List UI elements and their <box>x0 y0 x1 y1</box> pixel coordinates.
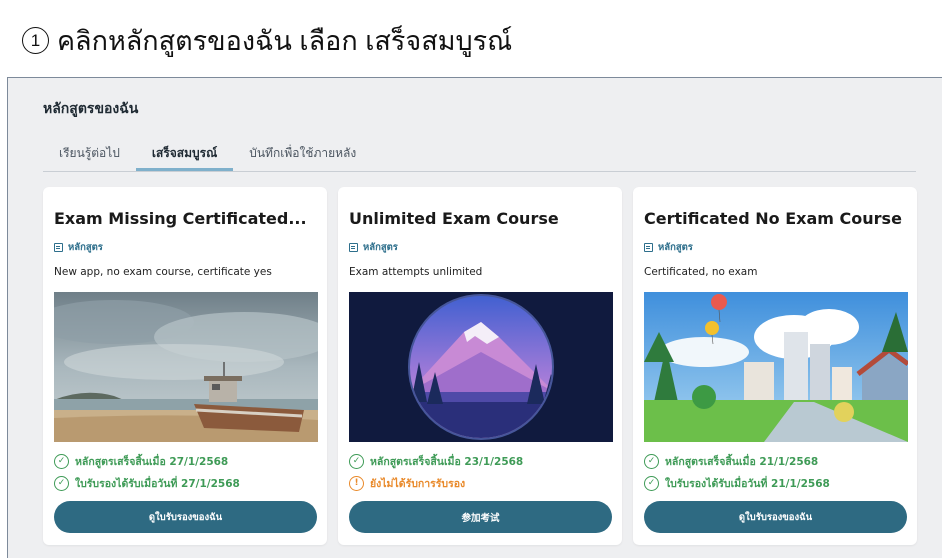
course-description: Exam attempts unlimited <box>349 266 483 278</box>
status-text: ยังไม่ได้รับการรับรอง <box>370 478 466 490</box>
check-circle-icon: ✓ <box>54 454 69 469</box>
course-description: Certificated, no exam <box>644 266 758 278</box>
check-circle-icon: ✓ <box>349 454 364 469</box>
tab-completed[interactable]: เสร็จสมบูรณ์ <box>135 132 234 171</box>
step-number-badge: 1 <box>22 26 49 54</box>
certificate-status: ✓ ใบรับรองได้รับเมื่อวันที่ 21/1/2568 <box>644 475 830 492</box>
book-icon <box>349 243 358 252</box>
course-title[interactable]: Unlimited Exam Course <box>349 209 615 228</box>
book-icon <box>644 243 653 252</box>
my-courses-panel: หลักสูตรของฉัน เรียนรู้ต่อไป เสร็จสมบูรณ… <box>7 77 942 558</box>
mountain-circle-illustration <box>349 292 613 442</box>
course-type-label: หลักสูตร <box>658 242 693 253</box>
take-exam-button[interactable]: 参加考试 <box>349 501 612 533</box>
course-title[interactable]: Certificated No Exam Course <box>644 209 910 228</box>
tab-continue-learning[interactable]: เรียนรู้ต่อไป <box>43 132 136 171</box>
course-thumbnail[interactable] <box>54 292 318 442</box>
tab-saved-for-later[interactable]: บันทึกเพื่อใช้ภายหลัง <box>233 132 372 171</box>
course-card[interactable]: Exam Missing Certificated... หลักสูตร Ne… <box>43 187 327 545</box>
course-thumbnail[interactable] <box>349 292 613 442</box>
check-circle-icon: ✓ <box>644 454 659 469</box>
completion-status: ✓ หลักสูตรเสร็จสิ้นเมื่อ 21/1/2568 <box>644 453 818 470</box>
course-thumbnail[interactable] <box>644 292 908 442</box>
course-tabs: เรียนรู้ต่อไป เสร็จสมบูรณ์ บันทึกเพื่อใช… <box>43 132 916 172</box>
course-card[interactable]: Certificated No Exam Course หลักสูตร Cer… <box>633 187 917 545</box>
page-title: หลักสูตรของฉัน <box>43 101 139 117</box>
course-type: หลักสูตร <box>54 240 103 255</box>
course-type: หลักสูตร <box>644 240 693 255</box>
check-circle-icon: ✓ <box>644 476 659 491</box>
alert-circle-icon: ! <box>349 476 364 491</box>
status-text: ใบรับรองได้รับเมื่อวันที่ 27/1/2568 <box>75 478 240 490</box>
certificate-status: ✓ ใบรับรองได้รับเมื่อวันที่ 27/1/2568 <box>54 475 240 492</box>
course-title[interactable]: Exam Missing Certificated... <box>54 209 320 228</box>
course-type-label: หลักสูตร <box>68 242 103 253</box>
instruction-caption: 1 คลิกหลักสูตรของฉัน เลือก เสร็จสมบูรณ์ <box>22 22 512 58</box>
view-certificate-button[interactable]: ดูใบรับรองของฉัน <box>644 501 907 533</box>
status-text: ใบรับรองได้รับเมื่อวันที่ 21/1/2568 <box>665 478 830 490</box>
course-type: หลักสูตร <box>349 240 398 255</box>
certificate-status: ! ยังไม่ได้รับการรับรอง <box>349 475 465 492</box>
view-certificate-button[interactable]: ดูใบรับรองของฉัน <box>54 501 317 533</box>
course-type-label: หลักสูตร <box>363 242 398 253</box>
instruction-text: คลิกหลักสูตรของฉัน เลือก เสร็จสมบูรณ์ <box>57 25 513 56</box>
beach-boat-illustration <box>54 292 318 442</box>
course-card[interactable]: Unlimited Exam Course หลักสูตร Exam atte… <box>338 187 622 545</box>
course-description: New app, no exam course, certificate yes <box>54 266 272 278</box>
status-text: หลักสูตรเสร็จสิ้นเมื่อ 27/1/2568 <box>75 456 229 468</box>
status-text: หลักสูตรเสร็จสิ้นเมื่อ 21/1/2568 <box>665 456 819 468</box>
book-icon <box>54 243 63 252</box>
city-balloons-illustration <box>644 292 908 442</box>
completion-status: ✓ หลักสูตรเสร็จสิ้นเมื่อ 23/1/2568 <box>349 453 523 470</box>
completion-status: ✓ หลักสูตรเสร็จสิ้นเมื่อ 27/1/2568 <box>54 453 228 470</box>
check-circle-icon: ✓ <box>54 476 69 491</box>
status-text: หลักสูตรเสร็จสิ้นเมื่อ 23/1/2568 <box>370 456 524 468</box>
